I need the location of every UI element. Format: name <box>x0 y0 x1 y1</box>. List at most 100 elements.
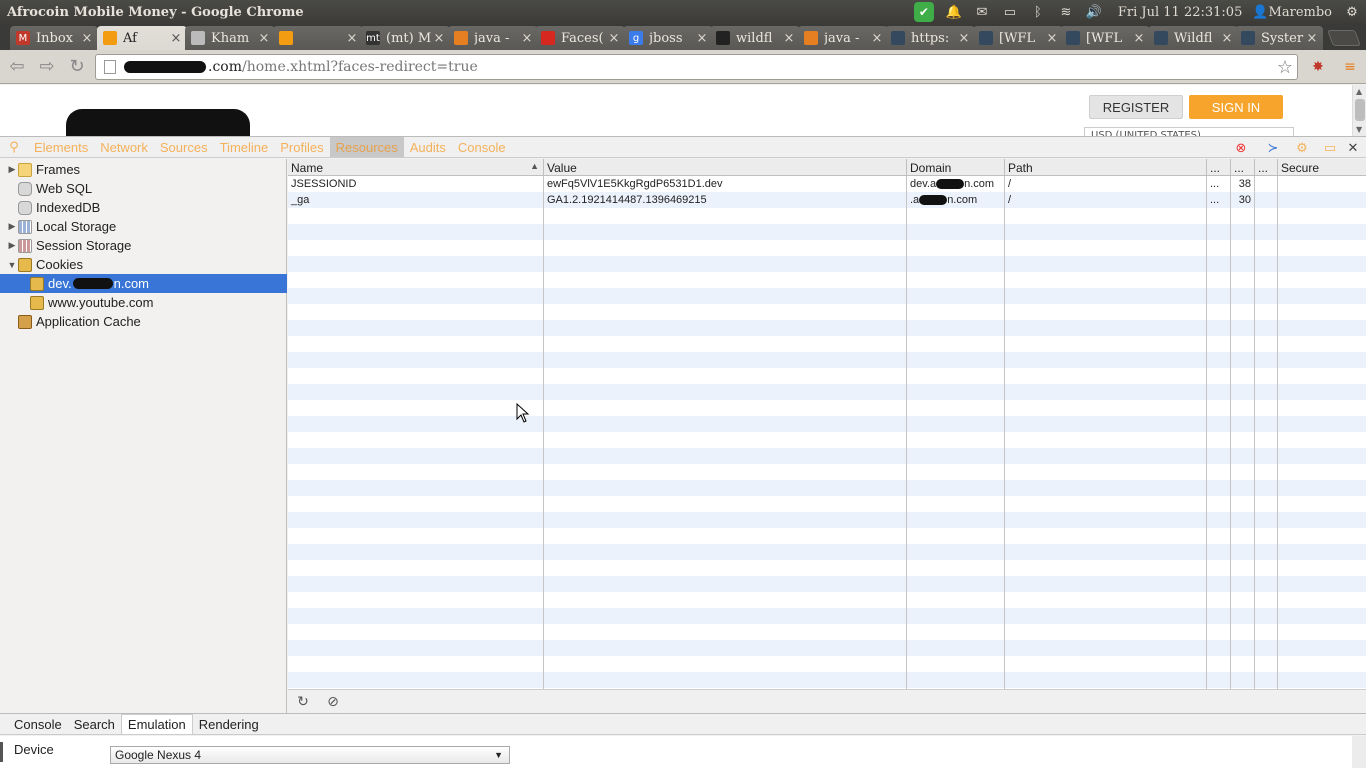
page-scrollbar[interactable]: ▲ ▼ <box>1352 85 1366 136</box>
tab-8[interactable]: wildfl × <box>710 26 800 50</box>
drawer-toggle-icon[interactable]: ≻ <box>1262 137 1284 159</box>
column-header-2[interactable]: Domain <box>907 159 1005 176</box>
tab-close-icon[interactable]: × <box>169 31 183 46</box>
tab-4[interactable]: mt (mt) M × <box>360 26 450 50</box>
devtools-tab-timeline[interactable]: Timeline <box>214 137 275 157</box>
column-header-0[interactable]: Name ▲ <box>288 159 544 176</box>
drawer-tab-console[interactable]: Console <box>8 714 68 734</box>
bookmark-star-icon[interactable]: ☆ <box>1277 57 1293 78</box>
mail-icon[interactable]: ✉ <box>968 0 996 24</box>
back-arrow-icon[interactable]: ⇦ <box>4 54 30 80</box>
tab-close-icon[interactable]: × <box>1220 31 1234 46</box>
triangle-right-icon[interactable]: ▶ <box>6 221 18 232</box>
column-header-6[interactable]: ... <box>1255 159 1278 176</box>
column-header-3[interactable]: Path <box>1005 159 1207 176</box>
refresh-icon[interactable]: ↻ <box>288 694 318 710</box>
tab-7[interactable]: g jboss × <box>623 26 713 50</box>
tab-11[interactable]: [WFL × <box>973 26 1063 50</box>
tab-close-icon[interactable]: × <box>870 31 884 46</box>
bluetooth-icon[interactable]: ᛒ <box>1024 0 1052 24</box>
sidebar-item-5[interactable]: ▼ Cookies <box>0 255 287 274</box>
tab-close-icon[interactable]: × <box>607 31 621 46</box>
scroll-up-icon[interactable]: ▲ <box>1356 87 1362 96</box>
sidebar-item-6[interactable]: dev. n.com <box>0 274 287 293</box>
triangle-right-icon[interactable]: ▶ <box>6 164 18 175</box>
sign-in-button[interactable]: SIGN IN <box>1189 95 1283 119</box>
column-header-1[interactable]: Value <box>544 159 907 176</box>
sidebar-item-8[interactable]: Application Cache <box>0 312 287 331</box>
tab-close-icon[interactable]: × <box>432 31 446 46</box>
tab-close-icon[interactable]: × <box>80 31 94 46</box>
tab-6[interactable]: Faces(× <box>535 26 625 50</box>
register-button[interactable]: REGISTER <box>1089 95 1183 119</box>
sidebar-item-3[interactable]: ▶ Local Storage <box>0 217 287 236</box>
update-check-icon[interactable]: ✔ <box>913 2 934 22</box>
devtools-tab-resources[interactable]: Resources <box>329 137 404 157</box>
sidebar-item-2[interactable]: IndexedDB <box>0 198 287 217</box>
drawer-scrollbar[interactable] <box>1352 736 1366 768</box>
column-header-7[interactable]: Secure <box>1278 159 1366 176</box>
sidebar-item-7[interactable]: www.youtube.com <box>0 293 287 312</box>
device-select[interactable]: Google Nexus 4 ▼ <box>110 746 510 764</box>
sidebar-item-4[interactable]: ▶ Session Storage <box>0 236 287 255</box>
drawer-tab-emulation[interactable]: Emulation <box>120 714 193 734</box>
currency-select[interactable]: USD (UNITED STATES) <box>1084 127 1294 136</box>
scroll-thumb[interactable] <box>1355 99 1365 121</box>
triangle-down-icon[interactable]: ▼ <box>6 260 18 270</box>
inspect-search-icon[interactable]: ⚲ <box>0 140 28 155</box>
dock-icon[interactable]: ▭ <box>1320 137 1340 159</box>
triangle-right-icon[interactable]: ▶ <box>6 240 18 251</box>
user-menu[interactable]: 👤 Marembo <box>1252 0 1338 24</box>
devtools-tab-network[interactable]: Network <box>94 137 154 157</box>
tab-14[interactable]: Syster × <box>1235 26 1323 50</box>
settings-gear-icon[interactable]: ⚙ <box>1291 137 1313 159</box>
battery-icon[interactable]: ▭ <box>996 0 1024 24</box>
menu-icon[interactable]: ≡ <box>1340 57 1360 77</box>
clock[interactable]: Fri Jul 11 22:31:05 <box>1108 0 1252 24</box>
tab-0[interactable]: M Inbox × <box>10 26 98 50</box>
address-bar[interactable]: .com /home.xhtml?faces-redirect=true ☆ <box>95 54 1298 80</box>
notification-bell-icon[interactable]: 🔔 <box>940 0 968 24</box>
tab-close-icon[interactable]: × <box>957 31 971 46</box>
tab-3[interactable]: × <box>273 26 363 50</box>
devtools-tab-console[interactable]: Console <box>452 137 512 157</box>
tab-close-icon[interactable]: × <box>345 31 359 46</box>
tab-close-icon[interactable]: × <box>695 31 709 46</box>
wifi-icon[interactable]: ≋ <box>1052 0 1080 24</box>
tab-2[interactable]: Kham × <box>185 26 275 50</box>
tab-13[interactable]: Wildfl × <box>1148 26 1238 50</box>
table-row[interactable]: _ga GA1.2.1921414487.1396469215 .a n.com /..… <box>288 192 1366 208</box>
tab-1[interactable]: Af × <box>97 26 187 50</box>
tab-10[interactable]: https: × <box>885 26 975 50</box>
devtools-tab-profiles[interactable]: Profiles <box>274 137 329 157</box>
tab-close-icon[interactable]: × <box>1045 31 1059 46</box>
tab-5[interactable]: java - × <box>448 26 538 50</box>
column-header-4[interactable]: ... <box>1207 159 1231 176</box>
tab-9[interactable]: java - × <box>798 26 888 50</box>
devtools-tab-elements[interactable]: Elements <box>28 137 94 157</box>
tab-close-icon[interactable]: × <box>1132 31 1146 46</box>
column-header-5[interactable]: ... <box>1231 159 1255 176</box>
devtools-tab-sources[interactable]: Sources <box>154 137 214 157</box>
tab-close-icon[interactable]: × <box>257 31 271 46</box>
clear-icon[interactable]: ⊘ <box>318 694 348 710</box>
tab-close-icon[interactable]: × <box>782 31 796 46</box>
tab-close-icon[interactable]: × <box>1305 31 1319 46</box>
volume-icon[interactable]: 🔊 <box>1080 0 1108 24</box>
sidebar-item-1[interactable]: Web SQL <box>0 179 287 198</box>
gear-icon[interactable]: ⚙ <box>1338 0 1366 24</box>
scroll-down-icon[interactable]: ▼ <box>1356 125 1362 134</box>
table-row[interactable]: JSESSIONID ewFq5VlV1E5KkgRgdP6531D1.dev de… <box>288 176 1366 192</box>
close-icon[interactable]: ✕ <box>1344 137 1362 159</box>
forward-arrow-icon[interactable]: ⇨ <box>34 54 60 80</box>
drawer-tab-rendering[interactable]: Rendering <box>193 714 265 734</box>
new-tab-button[interactable] <box>1327 30 1361 46</box>
tab-close-icon[interactable]: × <box>520 31 534 46</box>
extension-icon[interactable]: ✸ <box>1308 57 1328 77</box>
drawer-tab-search[interactable]: Search <box>68 714 121 734</box>
tab-12[interactable]: [WFL × <box>1060 26 1150 50</box>
devtools-tab-audits[interactable]: Audits <box>404 137 452 157</box>
error-count-icon[interactable]: ⊗ <box>1232 137 1250 159</box>
sidebar-item-0[interactable]: ▶ Frames <box>0 160 287 179</box>
reload-icon[interactable]: ↻ <box>64 54 90 80</box>
